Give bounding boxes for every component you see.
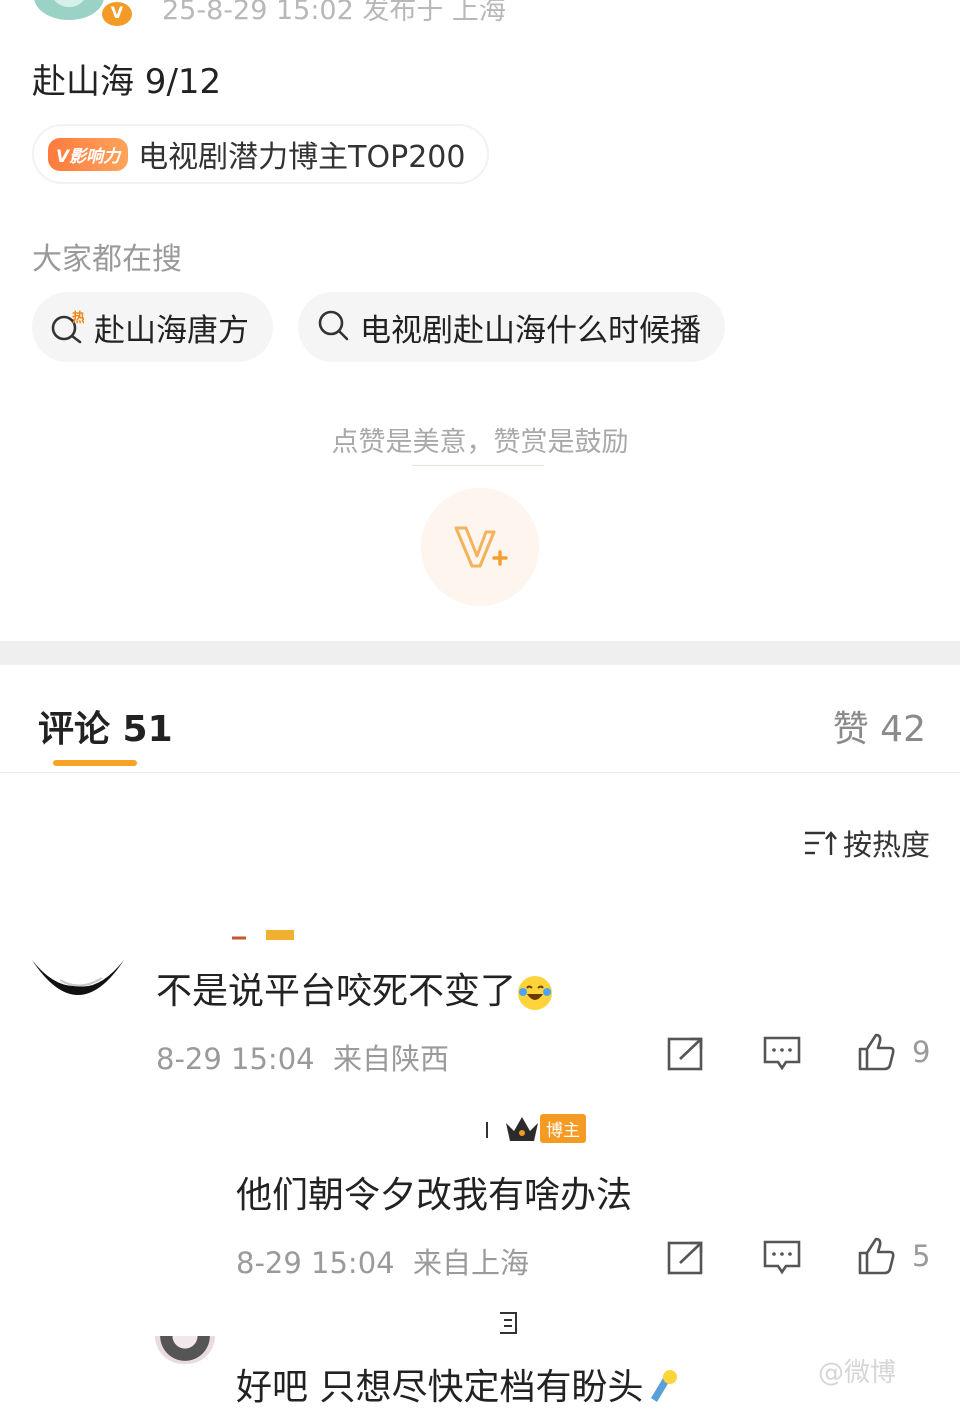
reply-icon[interactable]: [762, 1238, 802, 1278]
weibo-watermark: @微博: [818, 1358, 897, 1388]
comment-3-name-fragment: [496, 1310, 520, 1340]
blogger-label: 博主: [540, 1114, 586, 1143]
search-chip-2[interactable]: 电视剧赴山海什么时候播: [298, 292, 725, 362]
blogger-badge: 博主: [504, 1114, 586, 1143]
reply-icon[interactable]: [762, 1034, 802, 1074]
influence-tag-chip[interactable]: V影响力 电视剧潜力博主TOP200: [32, 124, 490, 184]
comment-1-meta: 8-29 15:04 来自陕西: [156, 1036, 449, 1078]
tab-comments[interactable]: 评论 51: [38, 700, 173, 752]
active-tab-indicator: [53, 760, 137, 766]
comment-2-like-button[interactable]: 5: [856, 1236, 930, 1276]
comment-1-like-button[interactable]: 9: [856, 1032, 930, 1072]
hot-mark: 热: [72, 310, 84, 326]
share-icon[interactable]: [666, 1238, 706, 1278]
reward-button[interactable]: [421, 488, 539, 606]
share-icon[interactable]: [666, 1034, 706, 1074]
influence-badge: V影响力: [48, 137, 129, 171]
verified-badge: V: [100, 0, 134, 28]
search-chip-1[interactable]: 热 赴山海唐方: [32, 292, 273, 362]
reward-caption: 点赞是美意，赞赏是鼓励: [331, 427, 629, 458]
pray-emoji: [643, 1368, 681, 1411]
comment-2-text: 他们朝令夕改我有啥办法: [236, 1175, 633, 1216]
search-chip-text: 赴山海唐方: [94, 312, 249, 349]
search-chip-text: 电视剧赴山海什么时候播: [360, 312, 701, 349]
sort-button[interactable]: 按热度: [803, 822, 930, 864]
like-count: 9: [912, 1035, 931, 1069]
comment-time: 8-29 15:04: [236, 1246, 395, 1280]
comment-1-avatar[interactable]: [30, 940, 126, 1006]
comment-3-text-content: 好吧 只想尽快定档有盼头: [236, 1367, 644, 1408]
crying-laughing-emoji: [518, 976, 553, 1010]
comment-time: 8-29 15:04: [156, 1042, 315, 1076]
reward-divider: [412, 465, 544, 466]
comment-2-name-fragment: [482, 1120, 492, 1144]
influence-tag-text: 电视剧潜力博主TOP200: [138, 140, 466, 175]
sort-label: 按热度: [842, 828, 930, 862]
comment-1-text-content: 不是说平台咬死不变了: [156, 971, 517, 1012]
comment-location: 来自陕西: [333, 1042, 450, 1076]
comment-1-name-fragment: [232, 928, 296, 948]
post-meta: 25-8-29 15:02 发布于 上海: [162, 0, 506, 26]
sort-icon: [804, 831, 837, 855]
comment-2-meta: 8-29 15:04 来自上海: [236, 1240, 529, 1282]
v-plus-reward-icon: [454, 526, 508, 568]
comment-1-text: 不是说平台咬死不变了: [156, 962, 553, 1014]
comment-3-text: 好吧 只想尽快定档有盼头: [236, 1358, 681, 1411]
crown-icon: [506, 1116, 538, 1141]
like-count: 5: [912, 1239, 931, 1273]
tabs-divider: [0, 772, 960, 773]
comment-location: 来自上海: [413, 1246, 530, 1280]
comment-3-avatar[interactable]: [155, 1336, 215, 1364]
author-avatar[interactable]: [34, 0, 104, 20]
search-icon: [316, 308, 350, 346]
thumbs-up-icon: [858, 1033, 895, 1071]
trending-searches-label: 大家都在搜: [32, 242, 182, 277]
tab-likes[interactable]: 赞 42: [833, 700, 926, 752]
thumbs-up-icon: [858, 1237, 895, 1275]
section-divider: [0, 641, 960, 665]
post-text: 赴山海 9/12: [32, 62, 222, 102]
hot-search-icon: 热: [50, 310, 85, 344]
